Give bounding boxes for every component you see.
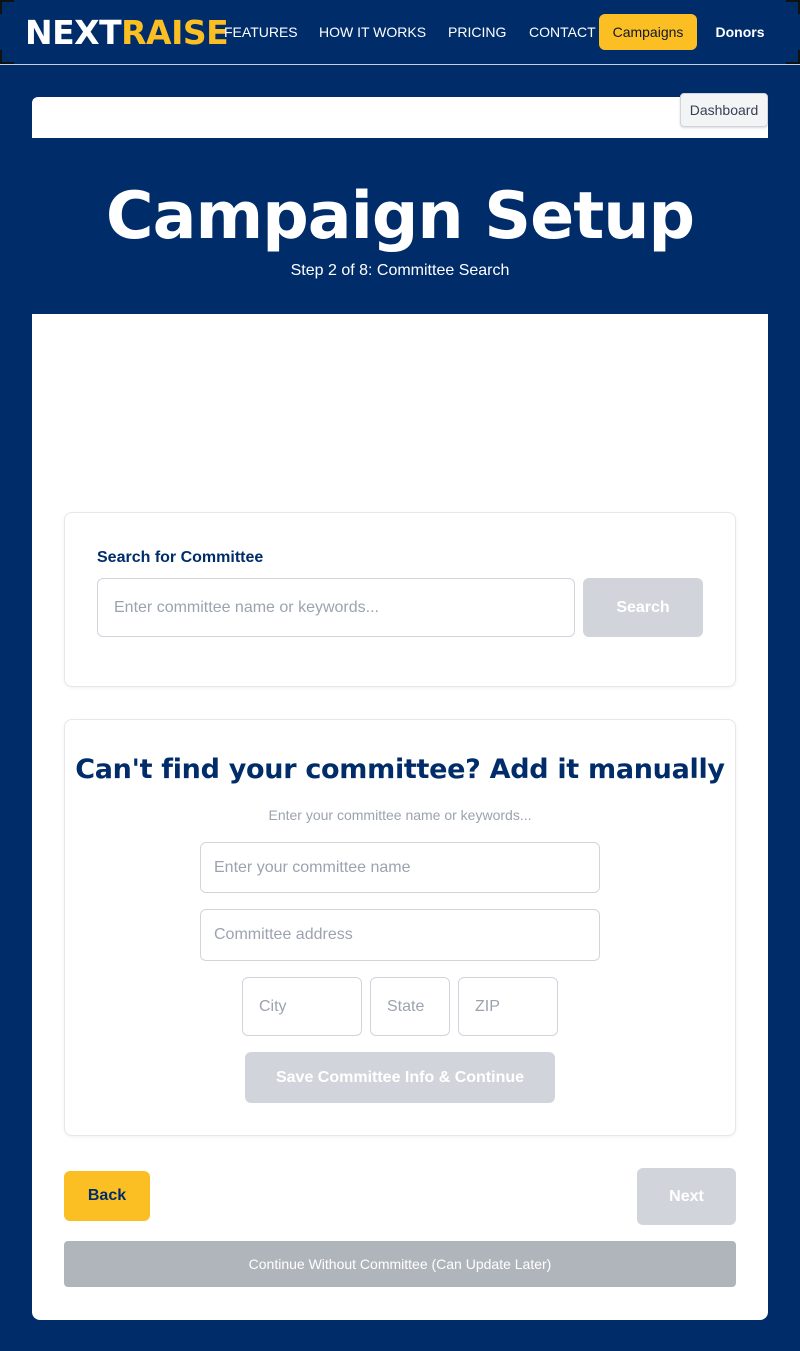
frame-corner-top-left [0, 0, 14, 14]
manual-entry-hint: Enter your committee name or keywords... [268, 807, 532, 823]
top-white-strip [32, 97, 768, 138]
committee-search-input[interactable]: Enter committee name or keywords... [97, 578, 575, 637]
nextraise-logo[interactable]: NEXTRAISE [25, 13, 229, 53]
page-title: Campaign Setup [105, 179, 695, 254]
nav-link-how-it-works[interactable]: HOW IT WORKS [319, 23, 426, 41]
dashboard-button[interactable]: Dashboard [680, 93, 768, 127]
back-button[interactable]: Back [64, 1171, 150, 1221]
continue-without-committee-button[interactable]: Continue Without Committee (Can Update L… [64, 1241, 736, 1287]
committee-address-input[interactable]: Committee address [200, 909, 600, 961]
campaigns-button[interactable]: Campaigns [599, 14, 697, 50]
zip-input[interactable]: ZIP [458, 977, 558, 1036]
top-navbar: NEXTRAISE FEATURES HOW IT WORKS PRICING … [0, 0, 800, 65]
nav-link-pricing[interactable]: PRICING [448, 23, 506, 41]
manual-entry-title: Can't find your committee? Add it manual… [75, 754, 725, 785]
save-committee-button[interactable]: Save Committee Info & Continue [245, 1052, 555, 1103]
committee-name-input[interactable]: Enter your committee name [200, 842, 600, 893]
logo-next: NEXT [25, 13, 122, 52]
frame-corner-bottom-left [0, 50, 14, 64]
nav-link-contact[interactable]: CONTACT [529, 23, 596, 41]
donors-button[interactable]: Donors [707, 14, 773, 50]
state-input[interactable]: State [370, 977, 450, 1036]
step-indicator: Step 2 of 8: Committee Search [290, 262, 510, 279]
frame-corner-top-right [786, 0, 800, 14]
frame-corner-bottom-right [786, 50, 800, 64]
logo-raise: RAISE [121, 13, 229, 52]
city-input[interactable]: City [242, 977, 362, 1036]
nav-link-features[interactable]: FEATURES [224, 23, 298, 41]
search-label: Search for Committee [97, 549, 264, 566]
next-button[interactable]: Next [637, 1168, 736, 1225]
search-button[interactable]: Search [583, 578, 703, 637]
